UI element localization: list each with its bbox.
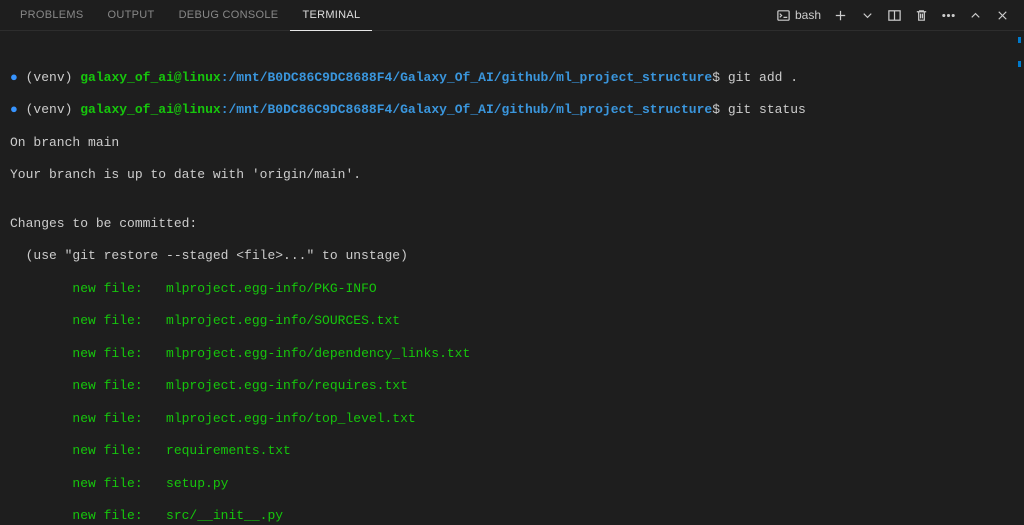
dirty-indicator-icon: ● bbox=[10, 70, 18, 85]
staged-file: src/__init__.py bbox=[166, 508, 283, 523]
more-actions-button[interactable] bbox=[941, 8, 956, 23]
chevron-up-icon bbox=[968, 8, 983, 23]
output-line: On branch main bbox=[10, 135, 1014, 151]
prompt-path: /mnt/B0DC86C9DC8688F4/Galaxy_Of_AI/githu… bbox=[229, 70, 713, 85]
close-panel-button[interactable] bbox=[995, 8, 1010, 23]
split-icon bbox=[887, 8, 902, 23]
output-line: Changes to be committed: bbox=[10, 216, 1014, 232]
trash-icon bbox=[914, 8, 929, 23]
cmd-git-status: git status bbox=[728, 102, 806, 117]
staged-file: mlproject.egg-info/dependency_links.txt bbox=[166, 346, 470, 361]
venv-label: (venv) bbox=[26, 70, 73, 85]
dirty-indicator-icon: ● bbox=[10, 102, 18, 117]
tab-problems[interactable]: PROBLEMS bbox=[8, 0, 96, 30]
terminal-dropdown-button[interactable] bbox=[860, 8, 875, 23]
terminal-profile-icon bbox=[776, 8, 791, 23]
staged-file: requirements.txt bbox=[166, 443, 291, 458]
scroll-indicator bbox=[1018, 37, 1022, 67]
tab-terminal[interactable]: TERMINAL bbox=[290, 0, 372, 31]
shell-selector[interactable]: bash bbox=[776, 8, 821, 23]
terminal-toolbar: bash bbox=[776, 8, 1016, 23]
split-terminal-button[interactable] bbox=[887, 8, 902, 23]
shell-name: bash bbox=[795, 8, 821, 22]
staged-file: mlproject.egg-info/PKG-INFO bbox=[166, 281, 377, 296]
staged-file: mlproject.egg-info/top_level.txt bbox=[166, 411, 416, 426]
output-line: (use "git restore --staged <file>..." to… bbox=[10, 248, 1014, 264]
tab-output[interactable]: OUTPUT bbox=[96, 0, 167, 30]
panel-container: PROBLEMS OUTPUT DEBUG CONSOLE TERMINAL b… bbox=[0, 0, 1024, 525]
ellipsis-icon bbox=[941, 8, 956, 23]
staged-file: setup.py bbox=[166, 476, 228, 491]
cmd-git-add: git add . bbox=[728, 70, 798, 85]
tab-debug-console[interactable]: DEBUG CONSOLE bbox=[167, 0, 291, 30]
kill-terminal-button[interactable] bbox=[914, 8, 929, 23]
staged-file: mlproject.egg-info/requires.txt bbox=[166, 378, 408, 393]
chevron-down-icon bbox=[860, 8, 875, 23]
prompt-user: galaxy_of_ai@linux bbox=[80, 70, 220, 85]
new-terminal-button[interactable] bbox=[833, 8, 848, 23]
maximize-panel-button[interactable] bbox=[968, 8, 983, 23]
panel-tab-bar: PROBLEMS OUTPUT DEBUG CONSOLE TERMINAL b… bbox=[0, 0, 1024, 31]
terminal-output[interactable]: ● (venv) galaxy_of_ai@linux:/mnt/B0DC86C… bbox=[0, 31, 1024, 525]
plus-icon bbox=[833, 8, 848, 23]
output-line: Your branch is up to date with 'origin/m… bbox=[10, 167, 1014, 183]
staged-file: mlproject.egg-info/SOURCES.txt bbox=[166, 313, 400, 328]
close-icon bbox=[995, 8, 1010, 23]
